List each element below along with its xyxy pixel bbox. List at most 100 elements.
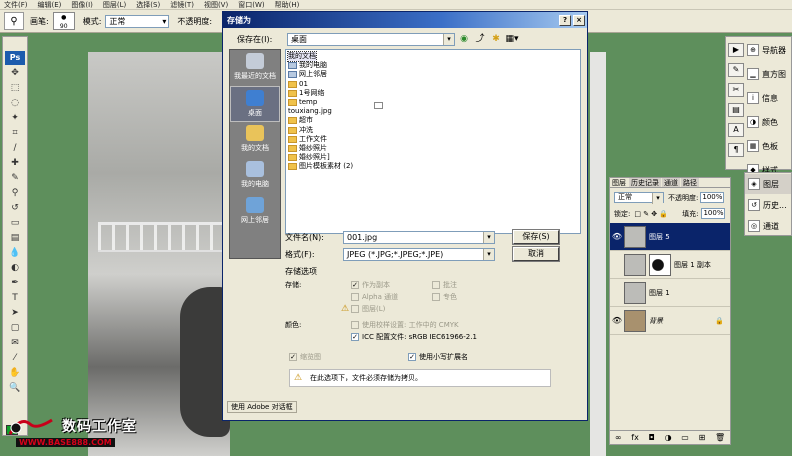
filename-input[interactable]: 001.jpg ▾: [343, 230, 495, 244]
eyedropper-icon[interactable]: ⁄: [4, 352, 26, 365]
menu-filter[interactable]: 滤镜(T): [170, 0, 194, 10]
menu-edit[interactable]: 编辑(E): [38, 0, 62, 10]
hand-tool-icon[interactable]: ✋: [4, 367, 26, 380]
alpha-channels-checkbox[interactable]: [351, 293, 359, 301]
histogram-panel-item[interactable]: ▁ 直方图: [744, 63, 791, 85]
list-item[interactable]: 工作文件: [288, 135, 578, 144]
proof-setup-checkbox[interactable]: [351, 321, 359, 329]
delete-layer-icon[interactable]: 🗑: [715, 433, 725, 442]
dodge-tool-icon[interactable]: ◐: [4, 262, 26, 275]
opacity-input[interactable]: 100%: [700, 192, 725, 203]
file-list[interactable]: 我的文档 我的电脑 网上邻居 01 1号网络 temp touxiang.jpg…: [285, 49, 581, 234]
notes-tool-icon[interactable]: ✉: [4, 337, 26, 350]
list-item[interactable]: 婚纱照片]: [288, 153, 578, 162]
add-mask-icon[interactable]: ◘: [649, 433, 655, 442]
lock-icons[interactable]: □ ✎ ✥ 🔒: [634, 210, 668, 218]
arrange-icon[interactable]: ▶: [728, 43, 744, 57]
place-network[interactable]: 网上邻居: [230, 194, 280, 230]
layer-row[interactable]: 图层 1: [610, 279, 730, 307]
brush-tool-icon[interactable]: ✎: [4, 172, 26, 185]
look-in-select[interactable]: 桌面 ▾: [287, 33, 455, 46]
cancel-button[interactable]: 取消: [512, 246, 560, 262]
list-item[interactable]: 我的电脑: [288, 61, 578, 70]
menu-select[interactable]: 选择(S): [136, 0, 160, 10]
tab-channels[interactable]: 通道: [662, 178, 680, 187]
save-button[interactable]: 保存(S): [512, 229, 560, 245]
close-button[interactable]: ×: [573, 14, 585, 26]
layer-row[interactable]: 👁 背景 🔒: [610, 307, 730, 335]
crop-tool-icon[interactable]: ⌗: [4, 127, 26, 140]
color-panel-item[interactable]: ◑ 颜色: [744, 111, 791, 133]
gradient-tool-icon[interactable]: ▤: [4, 232, 26, 245]
stamp-tool-icon[interactable]: ⚲: [4, 12, 24, 30]
eye-icon[interactable]: 👁: [610, 316, 624, 325]
layer-row[interactable]: 图层 1 副本: [610, 251, 730, 279]
move-tool-icon[interactable]: ✥: [4, 67, 26, 80]
pen-tool-icon[interactable]: ✒: [4, 277, 26, 290]
navigator-panel-item[interactable]: ⊕ 导航器: [744, 39, 791, 61]
list-item[interactable]: touxiang.jpg: [288, 102, 578, 116]
clone-stamp-icon[interactable]: ⚲: [4, 187, 26, 200]
marquee-tool-icon[interactable]: ⬚: [4, 82, 26, 95]
menu-window[interactable]: 窗口(W): [238, 0, 264, 10]
place-my-computer[interactable]: 我的电脑: [230, 158, 280, 194]
new-layer-icon[interactable]: ⊞: [699, 433, 706, 442]
path-select-icon[interactable]: ➤: [4, 307, 26, 320]
layer-row[interactable]: 👁 图层 5: [610, 223, 730, 251]
place-my-documents[interactable]: 我的文档: [230, 122, 280, 158]
format-select[interactable]: JPEG (*.JPG;*.JPEG;*.JPE) ▾: [343, 247, 495, 261]
eraser-tool-icon[interactable]: ▭: [4, 217, 26, 230]
list-item[interactable]: 图片模板素材 (2): [288, 162, 578, 171]
swatches-panel-item[interactable]: ▦ 色板: [744, 135, 791, 157]
slice-tool-icon[interactable]: ∕: [4, 142, 26, 155]
mode-select[interactable]: 正常: [105, 14, 170, 28]
view-menu-icon[interactable]: ▦▾: [505, 33, 519, 46]
zoom-tool-icon[interactable]: 🔍: [4, 382, 26, 395]
healing-brush-icon[interactable]: ✚: [4, 157, 26, 170]
list-item[interactable]: 超市: [288, 116, 578, 125]
lasso-tool-icon[interactable]: ◌: [4, 97, 26, 110]
tab-history[interactable]: 历史记录: [629, 178, 661, 187]
type-tool-icon[interactable]: T: [4, 292, 26, 305]
annotations-checkbox[interactable]: [432, 281, 440, 289]
tab-layers[interactable]: 图层: [610, 178, 628, 187]
brushes-icon[interactable]: ✎: [728, 63, 744, 77]
menu-view[interactable]: 视图(V): [204, 0, 228, 10]
place-recent[interactable]: 我最近的文档: [230, 50, 280, 86]
menu-image[interactable]: 图像(I): [71, 0, 93, 10]
layer-comps-icon[interactable]: ▤: [728, 103, 744, 117]
layers-panel-item[interactable]: ◈ 图层: [745, 174, 791, 194]
channels-panel-item[interactable]: ◎ 通道: [745, 216, 791, 236]
history-panel-item[interactable]: ↺ 历史...: [745, 195, 791, 215]
layers-checkbox[interactable]: [351, 305, 359, 313]
place-desktop[interactable]: 桌面: [230, 86, 280, 122]
as-copy-checkbox[interactable]: ✓: [351, 281, 359, 289]
paragraph-icon[interactable]: ¶: [728, 143, 744, 157]
icc-profile-checkbox[interactable]: ✓: [351, 333, 359, 341]
menu-layer[interactable]: 图层(L): [103, 0, 126, 10]
list-item[interactable]: 婚纱照片: [288, 144, 578, 153]
shape-tool-icon[interactable]: ▢: [4, 322, 26, 335]
tab-paths[interactable]: 路径: [681, 178, 699, 187]
info-panel-item[interactable]: i 信息: [744, 87, 791, 109]
brush-picker[interactable]: ● 90: [52, 12, 75, 30]
menu-help[interactable]: 帮助(H): [275, 0, 300, 10]
blend-mode-select[interactable]: 正常 ▾: [614, 192, 664, 204]
list-item[interactable]: 冲洗: [288, 126, 578, 135]
list-item[interactable]: 1号网络: [288, 89, 578, 98]
new-folder-icon[interactable]: ✱: [489, 33, 503, 46]
link-layers-icon[interactable]: ∞: [615, 433, 622, 442]
layer-style-icon[interactable]: fx: [631, 433, 639, 442]
dialog-titlebar[interactable]: 存储为 ? ×: [223, 12, 587, 28]
list-item[interactable]: 我的文档: [287, 51, 578, 109]
document-canvas[interactable]: [88, 52, 230, 456]
character-icon[interactable]: A: [728, 123, 744, 137]
list-item[interactable]: 网上邻居: [288, 70, 578, 79]
eye-icon[interactable]: 👁: [610, 232, 624, 241]
adobe-dialog-button[interactable]: 使用 Adobe 对话框: [227, 401, 297, 413]
up-folder-icon[interactable]: ⤴: [473, 33, 487, 46]
blur-tool-icon[interactable]: 💧: [4, 247, 26, 260]
new-group-icon[interactable]: ▭: [681, 433, 689, 442]
menu-file[interactable]: 文件(F): [4, 0, 28, 10]
layer-mask-thumbnail[interactable]: [649, 253, 671, 276]
